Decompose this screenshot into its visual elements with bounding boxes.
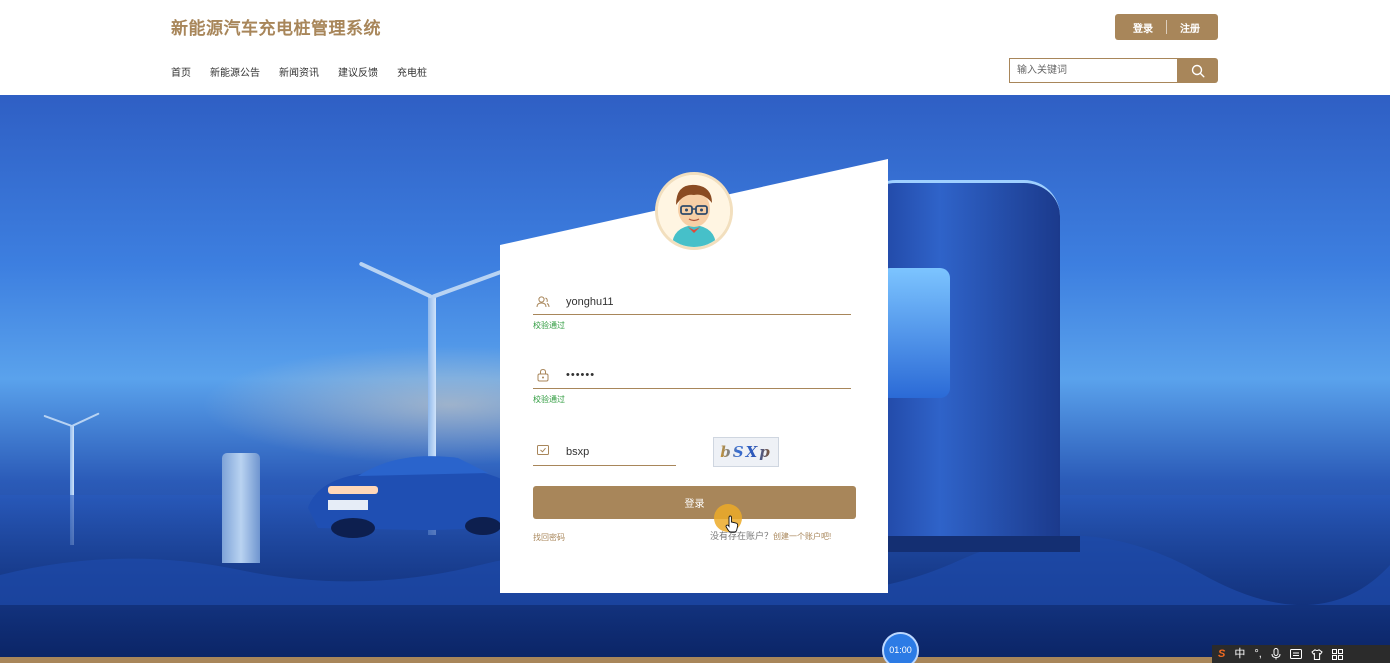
search-icon [1191,64,1205,78]
login-submit-button[interactable]: 登录 [533,486,856,519]
lock-icon [537,368,549,382]
username-field[interactable]: yonghu11 [566,296,614,308]
turbine-blade [431,267,508,299]
charging-station-illustration [840,180,1080,552]
search-button[interactable] [1177,58,1218,83]
create-account-link[interactable]: 创建一个账户吧! [773,532,831,541]
microphone-icon[interactable] [1271,648,1281,660]
hand-cursor-icon [725,515,739,533]
site-header: 新能源汽车充电桩管理系统 登录 注册 首页 新能源公告 新闻资讯 建议反馈 充电… [0,0,1390,95]
username-validation: 校验通过 [533,321,565,330]
auth-divider [1166,20,1167,34]
username-underline [533,314,851,315]
sogou-ime-icon[interactable]: S [1218,645,1225,663]
skin-icon[interactable] [1311,648,1323,660]
nav-item-charging-piles[interactable]: 充电桩 [397,64,427,79]
auth-box: 登录 注册 [1115,14,1218,40]
user-icon [536,296,550,308]
nav-item-news[interactable]: 新闻资讯 [279,64,319,79]
nav-item-feedback[interactable]: 建议反馈 [338,64,378,79]
password-validation: 校验通过 [533,395,565,404]
recording-timer[interactable]: 01:00 [882,632,919,663]
captcha-field[interactable]: bsxp [566,446,589,458]
ime-mode-indicator[interactable]: 中 [1234,645,1245,663]
charger-screen [880,268,950,398]
turbine-blade [43,414,73,427]
turbine-blade [71,412,100,427]
captcha-text: bSXp [720,443,772,461]
system-tray: S 中 °, [1212,645,1390,663]
punctuation-icon[interactable]: °, [1254,645,1261,663]
nav-item-announcements[interactable]: 新能源公告 [210,64,260,79]
header-register-button[interactable]: 注册 [1180,20,1200,35]
nav-item-home[interactable]: 首页 [171,64,191,79]
header-login-button[interactable]: 登录 [1133,20,1153,35]
password-field[interactable]: •••••• [566,369,595,381]
toolbox-icon[interactable] [1331,648,1343,660]
turbine-blade [358,261,433,299]
captcha-underline [533,465,676,466]
password-underline [533,388,851,389]
avatar-illustration [658,175,730,247]
charging-pillar [222,453,260,563]
captcha-icon [537,445,549,455]
keyboard-icon[interactable] [1289,649,1302,659]
car-illustration [308,456,526,538]
site-title: 新能源汽车充电桩管理系统 [171,19,381,38]
search-input[interactable] [1009,58,1177,83]
captcha-image[interactable]: bSXp [713,437,779,467]
user-avatar [655,172,733,250]
main-nav: 首页 新能源公告 新闻资讯 建议反馈 充电桩 [171,64,446,79]
footer-accent-bar [0,657,1390,663]
forgot-password-link[interactable]: 找回密码 [533,532,565,543]
no-account-label: 没有存在账户？ [710,531,774,541]
